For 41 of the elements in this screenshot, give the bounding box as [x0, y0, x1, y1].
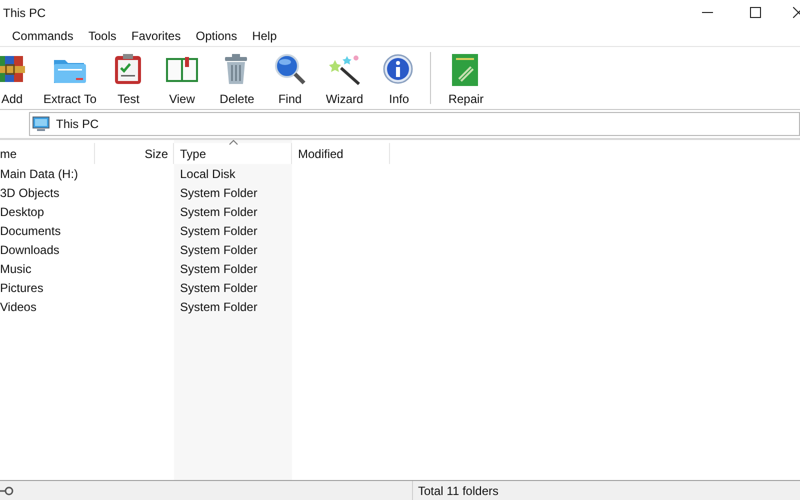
- sort-caret-icon: [229, 140, 238, 145]
- maximize-icon[interactable]: [750, 7, 761, 18]
- column-header[interactable]: Type: [174, 143, 292, 164]
- table-cell-text: Local Disk: [179, 166, 236, 182]
- add-button[interactable]: Add: [0, 47, 38, 109]
- key-icon[interactable]: [0, 486, 14, 496]
- table-cell-text: Documents: [0, 222, 62, 240]
- test-button[interactable]: Test: [102, 47, 155, 109]
- menu-item[interactable]: Help: [245, 26, 284, 44]
- table-cell-text: System Folder: [179, 222, 258, 240]
- delete-button[interactable]: Delete: [209, 47, 265, 109]
- table-cell-text: System Folder: [179, 184, 258, 202]
- table-cell-text: System Folder: [179, 298, 258, 316]
- address-field[interactable]: This PC: [29, 112, 800, 136]
- minimize-icon[interactable]: [702, 12, 713, 14]
- table-cell-text: Music: [0, 260, 32, 278]
- menu-item[interactable]: Favorites: [124, 26, 188, 44]
- table-cell-text: Desktop: [0, 204, 46, 220]
- window-title: This PC: [2, 4, 46, 22]
- table-cell-text: Main Data (H:): [0, 166, 80, 182]
- table-cell-text: 3D Objects: [0, 184, 60, 202]
- repair-button[interactable]: Repair: [437, 47, 495, 109]
- address-text: This PC: [56, 116, 99, 133]
- table-cell-text: Pictures: [0, 280, 44, 296]
- table-cell-text: System Folder: [179, 242, 258, 258]
- extract-button[interactable]: Extract To: [38, 47, 102, 109]
- table-cell-text: Videos: [0, 298, 38, 316]
- menu-item[interactable]: Options: [188, 26, 244, 44]
- table-cell-text: System Folder: [179, 280, 258, 296]
- table-cell-text: System Folder: [179, 204, 258, 220]
- info-button[interactable]: Info: [374, 47, 424, 109]
- menu-item[interactable]: Tools: [81, 26, 124, 44]
- status-text: Total 11 folders: [417, 482, 498, 500]
- find-button[interactable]: Find: [265, 47, 315, 109]
- table-cell-text: System Folder: [179, 260, 258, 278]
- wizard-button[interactable]: Wizard: [315, 47, 374, 109]
- computer-icon: [32, 116, 50, 132]
- table-cell-text: Downloads: [0, 242, 60, 258]
- view-button[interactable]: View: [155, 47, 209, 109]
- menu-item[interactable]: Commands: [5, 26, 80, 44]
- column-header[interactable]: me: [0, 143, 95, 164]
